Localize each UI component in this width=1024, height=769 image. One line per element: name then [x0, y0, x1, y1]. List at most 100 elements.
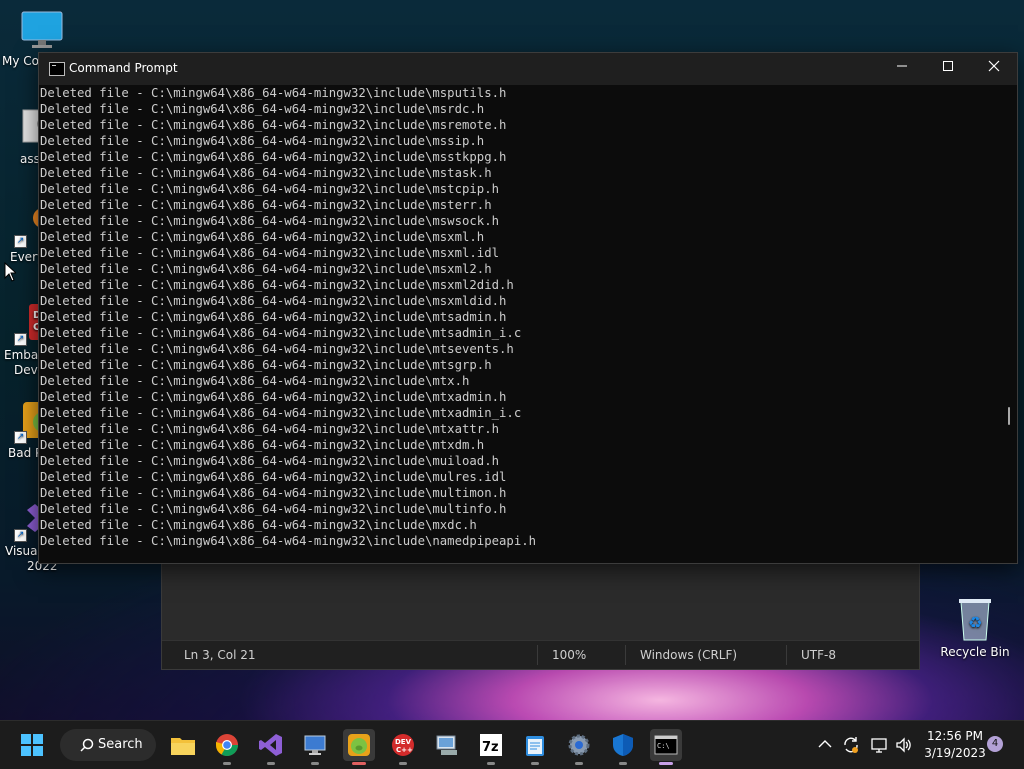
monitor-icon — [20, 10, 63, 50]
console-line: Deleted file - C:\mingw64\x86_64-w64-min… — [40, 534, 537, 548]
taskbar-terminal[interactable]: C:\ — [650, 729, 682, 765]
console-line: Deleted file - C:\mingw64\x86_64-w64-min… — [40, 358, 492, 372]
console-prompt-line — [40, 549, 999, 563]
window-title: Command Prompt — [69, 61, 178, 75]
console-line: Deleted file - C:\mingw64\x86_64-w64-min… — [40, 310, 507, 324]
start-button[interactable] — [16, 729, 48, 761]
console-line: Deleted file - C:\mingw64\x86_64-w64-min… — [40, 262, 492, 276]
console-output[interactable]: Deleted file - C:\mingw64\x86_64-w64-min… — [39, 85, 999, 563]
taskbar-remote-desktop[interactable] — [299, 729, 331, 765]
console-line: Deleted file - C:\mingw64\x86_64-w64-min… — [40, 374, 470, 388]
chrome-icon — [216, 734, 238, 756]
console-line: Deleted file - C:\mingw64\x86_64-w64-min… — [40, 438, 485, 452]
taskbar-network-app[interactable] — [431, 729, 463, 761]
console-line: Deleted file - C:\mingw64\x86_64-w64-min… — [40, 246, 500, 260]
console-line: Deleted file - C:\mingw64\x86_64-w64-min… — [40, 422, 500, 436]
scrollbar[interactable] — [999, 85, 1017, 563]
terminal-icon: C:\ — [654, 735, 678, 755]
taskbar: Search DEV C++ 7z C:\ 12:56 PM 3/19/2023 — [0, 720, 1024, 769]
notepad-icon — [526, 736, 544, 756]
command-prompt-window[interactable]: Command Prompt Deleted file - C:\mingw64… — [38, 52, 1018, 564]
shortcut-arrow-icon: ↗ — [14, 431, 27, 444]
console-line: Deleted file - C:\mingw64\x86_64-w64-min… — [40, 230, 485, 244]
7zip-icon: 7z — [480, 734, 502, 756]
minimize-button[interactable] — [879, 53, 925, 85]
network-icon — [436, 735, 457, 755]
minimize-icon — [897, 65, 907, 67]
taskbar-defender[interactable] — [607, 729, 639, 765]
line-ending[interactable]: Windows (CRLF) — [640, 648, 737, 662]
cursor-position: Ln 3, Col 21 — [184, 648, 256, 662]
recycle-bin-label: Recycle Bin — [940, 645, 1010, 659]
maximize-button[interactable] — [925, 53, 971, 85]
titlebar[interactable]: Command Prompt — [39, 53, 1017, 85]
dev-cpp-icon: DEVC++ — [392, 734, 414, 756]
console-line: Deleted file - C:\mingw64\x86_64-w64-min… — [40, 182, 500, 196]
taskbar-dev-cpp[interactable]: DEV C++ — [387, 729, 419, 765]
console-line: Deleted file - C:\mingw64\x86_64-w64-min… — [40, 278, 514, 292]
console-line: Deleted file - C:\mingw64\x86_64-w64-min… — [40, 390, 507, 404]
shortcut-arrow-icon: ↗ — [14, 529, 27, 542]
taskbar-7zip[interactable]: 7z — [475, 729, 507, 765]
defender-icon — [613, 734, 633, 756]
console-line: Deleted file - C:\mingw64\x86_64-w64-min… — [40, 502, 507, 516]
console-line: Deleted file - C:\mingw64\x86_64-w64-min… — [40, 198, 492, 212]
close-icon — [988, 60, 1000, 72]
close-button[interactable] — [971, 53, 1017, 85]
svg-text:DEV: DEV — [395, 738, 412, 746]
console-line: Deleted file - C:\mingw64\x86_64-w64-min… — [40, 342, 514, 356]
taskbar-file-explorer[interactable] — [167, 729, 199, 761]
console-line: Deleted file - C:\mingw64\x86_64-w64-min… — [40, 134, 485, 148]
taskbar-chrome[interactable] — [211, 729, 243, 765]
console-line: Deleted file - C:\mingw64\x86_64-w64-min… — [40, 150, 507, 164]
tray-volume[interactable] — [895, 721, 915, 769]
zoom-level[interactable]: 100% — [552, 648, 586, 662]
tray-network[interactable] — [870, 721, 890, 769]
svg-text:7z: 7z — [482, 740, 499, 755]
network-status-icon — [871, 738, 887, 753]
console-line: Deleted file - C:\mingw64\x86_64-w64-min… — [40, 102, 485, 116]
start-icon — [21, 734, 43, 756]
console-line: Deleted file - C:\mingw64\x86_64-w64-min… — [40, 406, 522, 420]
console-line: Deleted file - C:\mingw64\x86_64-w64-min… — [40, 454, 500, 468]
desktop-icon-recycle-bin[interactable]: ♻ Recycle Bin — [938, 596, 1012, 659]
maximize-icon — [943, 61, 953, 71]
taskbar-visual-studio[interactable] — [255, 729, 287, 765]
visual-studio-icon — [259, 734, 282, 756]
svg-text:C++: C++ — [396, 746, 413, 754]
console-line: Deleted file - C:\mingw64\x86_64-w64-min… — [40, 486, 507, 500]
scrollbar-thumb[interactable] — [1008, 407, 1010, 425]
tray-sync[interactable] — [842, 721, 862, 769]
shortcut-arrow-icon: ↗ — [14, 333, 27, 346]
console-line: Deleted file - C:\mingw64\x86_64-w64-min… — [40, 86, 507, 100]
file-explorer-icon — [171, 738, 195, 755]
taskbar-clock[interactable]: 12:56 PM 3/19/2023 — [918, 728, 992, 762]
shortcut-arrow-icon: ↗ — [14, 235, 27, 248]
console-line: Deleted file - C:\mingw64\x86_64-w64-min… — [40, 326, 522, 340]
remote-desktop-icon — [304, 735, 326, 755]
notepad-window[interactable]: Ln 3, Col 21 100% Windows (CRLF) UTF-8 — [161, 560, 920, 670]
search-icon — [80, 738, 94, 752]
taskbar-settings[interactable] — [563, 729, 595, 765]
console-line: Deleted file - C:\mingw64\x86_64-w64-min… — [40, 166, 492, 180]
search-label: Search — [98, 737, 143, 752]
mouse-pointer-icon — [4, 262, 16, 282]
tray-chevron[interactable] — [818, 721, 836, 769]
clock-time: 12:56 PM — [927, 729, 983, 743]
cmd-app-icon — [49, 62, 65, 76]
encoding[interactable]: UTF-8 — [801, 648, 836, 662]
notification-badge[interactable]: 4 — [987, 736, 1003, 752]
console-line: Deleted file - C:\mingw64\x86_64-w64-min… — [40, 518, 477, 532]
console-line: Deleted file - C:\mingw64\x86_64-w64-min… — [40, 118, 507, 132]
console-line: Deleted file - C:\mingw64\x86_64-w64-min… — [40, 214, 500, 228]
recycle-bin-icon: ♻ — [959, 599, 991, 641]
notepad-status-bar: Ln 3, Col 21 100% Windows (CRLF) UTF-8 — [162, 640, 919, 669]
clock-date: 3/19/2023 — [924, 746, 986, 760]
taskbar-bad-piggies[interactable] — [343, 729, 375, 765]
chevron-up-icon — [818, 740, 832, 748]
bad-piggies-icon — [348, 734, 370, 756]
volume-icon — [896, 737, 911, 753]
taskbar-notepad[interactable] — [519, 729, 551, 765]
console-line: Deleted file - C:\mingw64\x86_64-w64-min… — [40, 470, 507, 484]
taskbar-search[interactable]: Search — [60, 729, 156, 761]
